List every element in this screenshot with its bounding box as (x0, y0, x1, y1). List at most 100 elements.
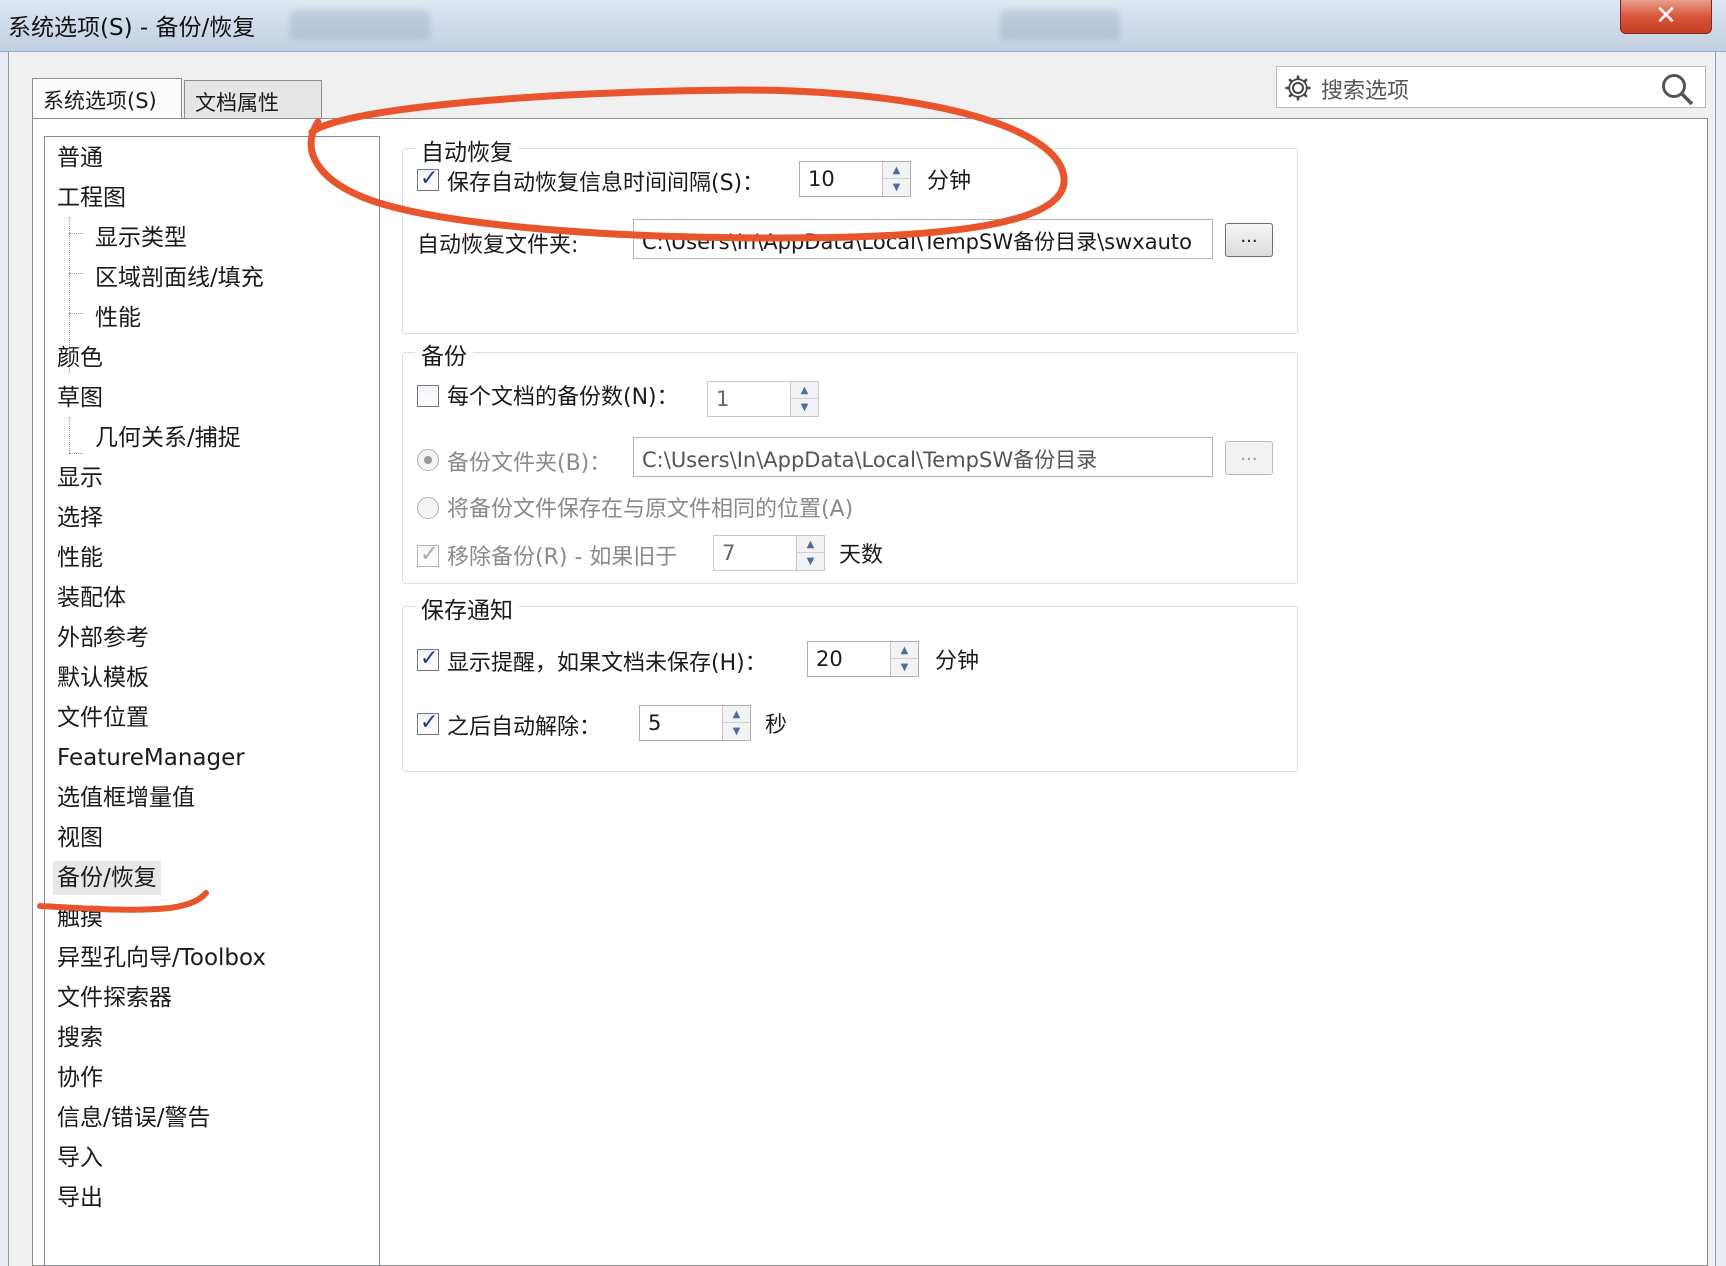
backup-folder-label: 备份文件夹(B)： (447, 451, 612, 476)
autorecover-group-title: 自动恢复 (415, 133, 519, 167)
tree-item-performance[interactable]: 性能 (57, 541, 103, 575)
tree-item-view[interactable]: 视图 (57, 821, 103, 855)
tree-connector (69, 273, 83, 274)
tree-item-drawings[interactable]: 工程图 (57, 181, 126, 215)
tree-item-file-locations[interactable]: 文件位置 (57, 701, 149, 735)
spinner-arrows[interactable]: ▲ ▼ (790, 382, 818, 416)
save-notification-group-title: 保存通知 (415, 591, 519, 625)
search-box[interactable]: 搜索选项 (1276, 66, 1706, 108)
tab-document-properties[interactable]: 文档属性(D) (184, 80, 322, 141)
spin-down-icon[interactable]: ▼ (883, 179, 910, 196)
close-button[interactable]: ✕ (1620, 0, 1712, 34)
spinner-arrows[interactable]: ▲ ▼ (722, 706, 750, 740)
backup-group: 备份 每个文档的备份数(N)： 1 ▲ ▼ 备份文件夹(B)： C:\Users\… (402, 337, 1298, 584)
tree-connector (69, 453, 83, 454)
remove-backups-spinner[interactable]: 7 ▲ ▼ (713, 535, 825, 571)
radio-dot (424, 456, 432, 464)
options-tree[interactable]: 普通 工程图 显示类型 区域剖面线/填充 性能 颜色 草图 几何关系/捕捉 显示… (44, 136, 380, 1266)
save-reminder-checkbox[interactable]: ✓ (417, 646, 439, 671)
tree-connector (69, 417, 70, 453)
tree-item-spin-box-increments[interactable]: 选值框增量值 (57, 781, 195, 815)
title-blur-region (290, 10, 430, 40)
tree-connector (69, 233, 83, 234)
tree-item-display[interactable]: 显示 (57, 461, 103, 495)
spinner-arrows[interactable]: ▲ ▼ (882, 162, 910, 196)
gear-icon[interactable] (1283, 73, 1313, 103)
spin-up-icon[interactable]: ▲ (797, 536, 824, 553)
autorecover-browse-button[interactable]: ... (1225, 223, 1273, 257)
auto-dismiss-value: 5 (648, 711, 662, 735)
tree-item-sketch[interactable]: 草图 (57, 381, 103, 415)
tree-item-search[interactable]: 搜索 (57, 1021, 103, 1055)
tree-item-featuremanager[interactable]: FeatureManager (57, 741, 245, 775)
checkmark-icon: ✓ (420, 710, 439, 735)
save-interval-spinner[interactable]: 10 ▲ ▼ (799, 161, 911, 197)
remove-backups-unit: 天数 (839, 543, 884, 568)
backup-browse-button[interactable]: ... (1225, 441, 1273, 475)
title-bar: 系统选项(S) - 备份/恢复 ✕ (0, 0, 1726, 52)
backup-group-title: 备份 (415, 337, 473, 371)
save-notification-group: 保存通知 ✓ 显示提醒，如果文档未保存(H)： 20 ▲ ▼ 分钟 ✓ 之后自动解… (402, 591, 1298, 772)
save-reminder-value: 20 (816, 647, 843, 671)
backup-copies-value: 1 (716, 387, 730, 411)
tree-item-external-references[interactable]: 外部参考 (57, 621, 149, 655)
auto-dismiss-label: 之后自动解除： (447, 715, 602, 740)
spin-up-icon[interactable]: ▲ (891, 642, 918, 659)
checkmark-icon: ✓ (420, 646, 439, 671)
spinner-arrows[interactable]: ▲ ▼ (890, 642, 918, 676)
tree-item-colors[interactable]: 颜色 (57, 341, 103, 375)
search-icon[interactable] (1659, 71, 1695, 107)
autorecover-folder-label: 自动恢复文件夹: (417, 233, 579, 258)
save-interval-checkbox[interactable]: ✓ (417, 166, 439, 191)
tree-item-import[interactable]: 导入 (57, 1141, 103, 1175)
tree-item-area-hatch[interactable]: 区域剖面线/填充 (95, 261, 264, 295)
autorecover-group: 自动恢复 ✓ 保存自动恢复信息时间间隔(S)： 10 ▲ ▼ 分钟 自动恢复文件夹… (402, 133, 1298, 334)
autorecover-folder-field[interactable]: C:\Users\In\AppData\Local\TempSW备份目录\swx… (633, 219, 1213, 259)
spin-up-icon[interactable]: ▲ (723, 706, 750, 723)
tree-item-default-templates[interactable]: 默认模板 (57, 661, 149, 695)
tree-item-collaboration[interactable]: 协作 (57, 1061, 103, 1095)
tree-item-relations-snaps[interactable]: 几何关系/捕捉 (95, 421, 241, 455)
checkmark-icon: ✓ (420, 166, 439, 191)
auto-dismiss-checkbox[interactable]: ✓ (417, 710, 439, 735)
save-interval-value: 10 (808, 167, 835, 191)
remove-backups-checkbox[interactable]: ✓ (417, 542, 439, 567)
backup-copies-spinner[interactable]: 1 ▲ ▼ (707, 381, 819, 417)
save-interval-label: 保存自动恢复信息时间间隔(S)： (447, 171, 765, 196)
tree-item-export[interactable]: 导出 (57, 1181, 103, 1215)
tree-item-assemblies[interactable]: 装配体 (57, 581, 126, 615)
spin-down-icon[interactable]: ▼ (791, 399, 818, 416)
tree-item-drawing-performance[interactable]: 性能 (95, 301, 141, 335)
backup-folder-radio[interactable] (417, 449, 439, 471)
search-placeholder: 搜索选项 (1321, 79, 1410, 104)
backup-copies-checkbox[interactable] (417, 385, 439, 407)
tree-item-display-style[interactable]: 显示类型 (95, 221, 187, 255)
tab-system-options[interactable]: 系统选项(S) (32, 78, 182, 120)
save-interval-unit: 分钟 (927, 169, 972, 194)
save-reminder-unit: 分钟 (935, 649, 980, 674)
remove-backups-label: 移除备份(R) - 如果旧于 (447, 545, 678, 570)
spin-up-icon[interactable]: ▲ (883, 162, 910, 179)
tree-item-messages-errors-warnings[interactable]: 信息/错误/警告 (57, 1101, 211, 1135)
tree-item-hole-wizard-toolbox[interactable]: 异型孔向导/Toolbox (57, 941, 266, 975)
tree-item-general[interactable]: 普通 (57, 141, 103, 175)
spin-down-icon[interactable]: ▼ (723, 723, 750, 740)
checkmark-icon: ✓ (420, 542, 439, 567)
tree-item-selection[interactable]: 选择 (57, 501, 103, 535)
save-reminder-spinner[interactable]: 20 ▲ ▼ (807, 641, 919, 677)
same-location-label: 将备份文件保存在与原文件相同的位置(A) (447, 497, 854, 522)
tree-item-file-explorer[interactable]: 文件探索器 (57, 981, 172, 1015)
spin-down-icon[interactable]: ▼ (891, 659, 918, 676)
spinner-arrows[interactable]: ▲ ▼ (796, 536, 824, 570)
remove-backups-value: 7 (722, 541, 736, 565)
spin-down-icon[interactable]: ▼ (797, 553, 824, 570)
tree-item-touch[interactable]: 触摸 (57, 901, 103, 935)
spin-up-icon[interactable]: ▲ (791, 382, 818, 399)
tree-item-backup-recover[interactable]: 备份/恢复 (53, 861, 161, 895)
same-location-radio[interactable] (417, 497, 439, 519)
window-title: 系统选项(S) - 备份/恢复 (8, 15, 256, 41)
backup-folder-field[interactable]: C:\Users\In\AppData\Local\TempSW备份目录 (633, 437, 1213, 477)
backup-copies-label: 每个文档的备份数(N)： (447, 385, 679, 410)
auto-dismiss-spinner[interactable]: 5 ▲ ▼ (639, 705, 751, 741)
title-blur-region (1000, 10, 1120, 40)
